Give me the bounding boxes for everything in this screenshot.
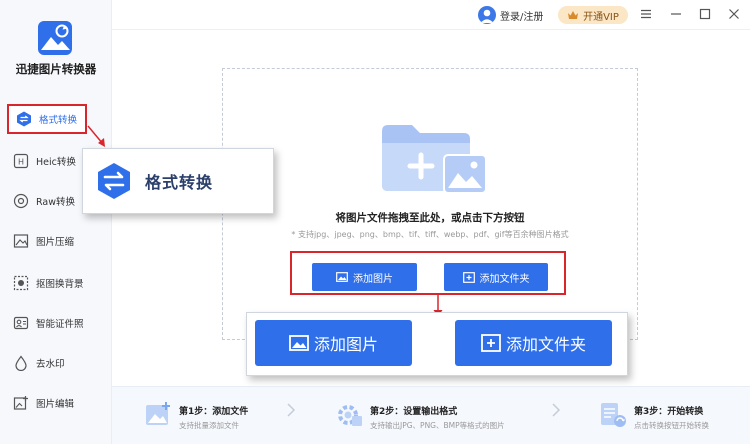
add-folder-label: 添加文件夹 xyxy=(479,273,530,285)
svg-text:H: H xyxy=(18,158,24,167)
convert-doc-icon xyxy=(599,401,627,429)
sidebar-item-id-photo[interactable]: 智能证件照 xyxy=(12,310,108,336)
sidebar-item-label: Raw转换 xyxy=(36,197,75,208)
sidebar-item-label: 图片压缩 xyxy=(36,237,75,248)
watermark-icon xyxy=(12,354,30,372)
chevron-right-icon xyxy=(286,402,296,418)
top-bar: 登录/注册 开通VIP xyxy=(112,0,750,30)
step-description: 点击转换按钮开始转换 xyxy=(634,421,709,430)
close-icon[interactable] xyxy=(726,6,742,22)
step-description: 支持批量添加文件 xyxy=(179,421,239,430)
menu-icon[interactable] xyxy=(638,6,654,22)
step-title: 第2步：设置输出格式 xyxy=(370,407,458,417)
step-description: 支持输出JPG、PNG、BMP等格式的图片 xyxy=(370,421,505,430)
sidebar-item-label: Heic转换 xyxy=(36,157,76,168)
add-file-icon xyxy=(144,401,172,429)
callout-arrow-icon xyxy=(87,125,105,147)
raw-icon xyxy=(12,192,30,210)
sidebar-item-label: 智能证件照 xyxy=(36,319,84,330)
sidebar-item-label: 格式转换 xyxy=(39,115,78,126)
sidebar-item-cutout[interactable]: 抠图换背景 xyxy=(12,270,108,296)
supported-formats-text: * 支持jpg、jpeg、png、bmp、tif、tiff、webp、pdf、g… xyxy=(291,230,569,239)
image-edit-icon xyxy=(12,394,30,412)
add-image-label: 添加图片 xyxy=(353,273,393,285)
image-icon xyxy=(289,335,309,351)
callout-format-label: 格式转换 xyxy=(145,173,214,192)
sidebar-item-format-convert[interactable]: 格式转换 xyxy=(7,104,87,134)
sidebar-item-remove-watermark[interactable]: 去水印 xyxy=(12,350,108,376)
maximize-icon[interactable] xyxy=(697,6,713,22)
step-title: 第1步：添加文件 xyxy=(179,407,249,417)
login-button[interactable]: 登录/注册 xyxy=(478,5,543,25)
file-drop-zone[interactable]: 将图片文件拖拽至此处，或点击下方按钮 * 支持jpg、jpeg、png、bmp、… xyxy=(222,68,638,340)
drop-zone-title: 将图片文件拖拽至此处，或点击下方按钮 xyxy=(335,212,525,224)
vip-button[interactable]: 开通VIP xyxy=(558,6,628,24)
crown-icon xyxy=(567,10,579,20)
image-icon xyxy=(336,272,348,282)
sidebar: 迅捷图片转换器 格式转换 H Heic转换 Raw转换 图片压缩 抠图换背景 智… xyxy=(0,0,112,444)
folder-image-icon xyxy=(378,121,490,196)
login-label: 登录/注册 xyxy=(500,11,544,23)
sidebar-item-image-compress[interactable]: 图片压缩 xyxy=(12,228,108,254)
add-image-button-large: 添加图片 xyxy=(255,320,412,366)
zoom-callout-format-convert: 格式转换 xyxy=(82,148,274,214)
add-folder-label-large: 添加文件夹 xyxy=(505,335,586,354)
add-image-button[interactable]: 添加图片 xyxy=(312,263,417,291)
step-title: 第3步：开始转换 xyxy=(634,407,704,417)
swap-icon xyxy=(95,162,133,200)
sidebar-item-image-edit[interactable]: 图片编辑 xyxy=(12,390,108,416)
app-name: 迅捷图片转换器 xyxy=(15,62,97,76)
heic-icon: H xyxy=(12,152,30,170)
image-compress-icon xyxy=(12,232,30,250)
id-photo-icon xyxy=(12,314,30,332)
chevron-right-icon xyxy=(551,402,561,418)
sidebar-item-label: 图片编辑 xyxy=(36,399,75,410)
steps-bar: 第1步：添加文件 支持批量添加文件 第2步：设置输出格式 支持输出JPG、PNG… xyxy=(112,386,750,444)
folder-plus-icon xyxy=(481,334,501,352)
settings-gear-icon xyxy=(335,401,363,429)
minimize-icon[interactable] xyxy=(668,6,684,22)
avatar xyxy=(478,6,496,24)
sidebar-item-label: 抠图换背景 xyxy=(36,279,84,290)
vip-label: 开通VIP xyxy=(583,11,619,23)
add-folder-button[interactable]: 添加文件夹 xyxy=(444,263,548,291)
add-image-label-large: 添加图片 xyxy=(313,335,378,354)
app-logo-icon xyxy=(37,20,73,56)
sidebar-item-label: 去水印 xyxy=(36,359,65,370)
swap-icon xyxy=(15,110,33,128)
cutout-icon xyxy=(12,274,30,292)
add-folder-button-large: 添加文件夹 xyxy=(455,320,612,366)
folder-plus-icon xyxy=(462,271,475,283)
